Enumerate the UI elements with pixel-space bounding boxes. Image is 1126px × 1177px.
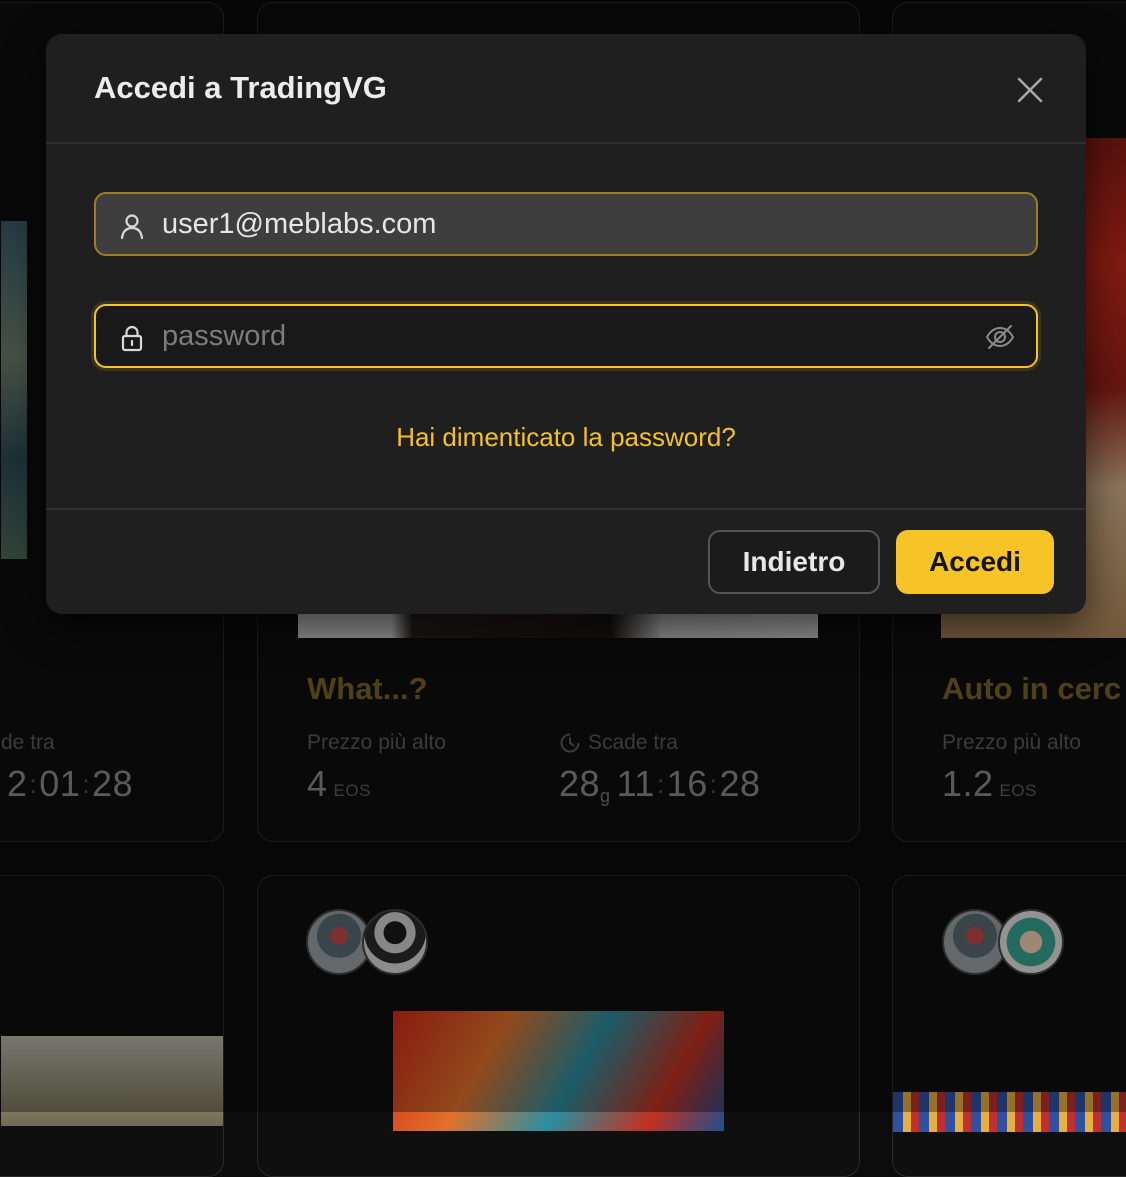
back-button[interactable]: Indietro — [708, 530, 880, 594]
user-icon — [120, 214, 144, 240]
close-icon — [1017, 77, 1043, 103]
close-button[interactable] — [1012, 72, 1048, 108]
login-button[interactable]: Accedi — [896, 530, 1054, 594]
eye-off-icon[interactable] — [984, 321, 1016, 353]
forgot-password-link[interactable]: Hai dimenticato la password? — [46, 422, 1086, 453]
password-field[interactable] — [94, 304, 1038, 368]
login-modal: Accedi a TradingVG Hai dimenticato la pa… — [46, 34, 1086, 614]
modal-title: Accedi a TradingVG — [94, 70, 387, 105]
email-field[interactable] — [94, 192, 1038, 256]
footer-divider — [46, 508, 1086, 510]
email-input[interactable] — [162, 194, 962, 254]
header-divider — [46, 142, 1086, 144]
lock-icon — [121, 325, 143, 352]
password-input[interactable] — [162, 306, 962, 366]
